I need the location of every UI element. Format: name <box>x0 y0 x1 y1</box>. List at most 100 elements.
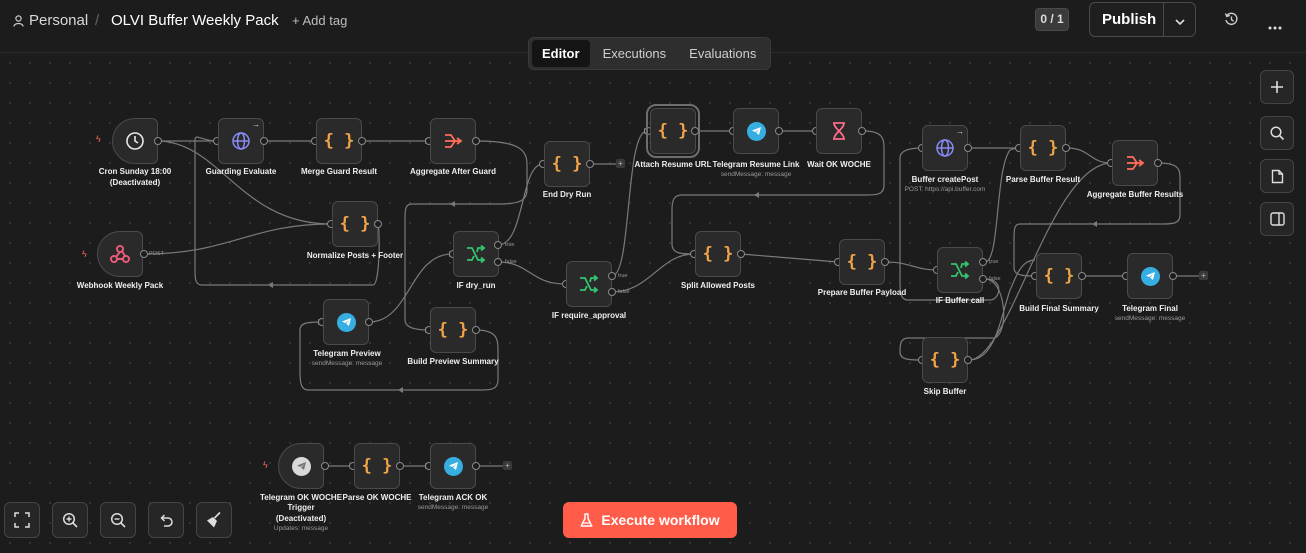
node-label: Telegram Preview <box>313 349 381 358</box>
node-subtitle: Updates: message <box>273 525 329 532</box>
output-handle[interactable] <box>775 127 783 135</box>
node-parse-buffer-result[interactable]: { } <box>1020 125 1066 171</box>
output-handle[interactable] <box>396 462 404 470</box>
node-merge-guard-result[interactable]: { } <box>316 118 362 164</box>
node-guarding-evaluate[interactable]: → <box>218 118 264 164</box>
node-if-buffer-call[interactable] <box>937 247 983 293</box>
output-handle[interactable] <box>358 137 366 145</box>
output-handle[interactable] <box>140 250 148 258</box>
node-build-preview-summary[interactable]: { } <box>430 307 476 353</box>
node-parse-ok-woche[interactable]: { } <box>354 443 400 489</box>
node-end-dry-run[interactable]: { } <box>544 141 590 187</box>
clock-icon <box>126 132 144 150</box>
node-build-final-summary[interactable]: { } <box>1036 253 1082 299</box>
flask-icon <box>580 512 593 527</box>
output-handle-true[interactable] <box>608 272 616 280</box>
add-node-button[interactable]: + <box>1199 271 1208 280</box>
node-attach-resume-url[interactable]: { } <box>646 104 700 158</box>
node-cron-sunday[interactable] <box>112 118 158 164</box>
port-label: false <box>505 259 517 265</box>
chevron-down-icon[interactable] <box>1174 14 1186 32</box>
output-handle-false[interactable] <box>979 275 987 283</box>
breadcrumb-separator: / <box>95 12 100 29</box>
output-handle[interactable] <box>472 137 480 145</box>
zoom-in-button[interactable] <box>52 502 88 538</box>
output-handle[interactable] <box>858 127 866 135</box>
node-if-dry-run[interactable] <box>453 231 499 277</box>
breadcrumb-project[interactable]: Personal <box>29 12 88 29</box>
node-aggregate-after-guard[interactable] <box>430 118 476 164</box>
output-handle-false[interactable] <box>608 288 616 296</box>
search-icon <box>1269 125 1284 140</box>
node-prepare-buffer-payload[interactable]: { } <box>839 239 885 285</box>
add-node-panel-button[interactable] <box>1260 70 1294 104</box>
node-telegram-final[interactable] <box>1127 253 1173 299</box>
node-buffer-createpost[interactable]: → <box>922 125 968 171</box>
node-label: Cron Sunday 18:00 <box>98 167 172 176</box>
publish-button[interactable]: Publish <box>1102 11 1156 28</box>
node-if-require-approval[interactable] <box>566 261 612 307</box>
output-handle[interactable] <box>365 318 373 326</box>
node-normalize-posts[interactable]: { } <box>332 201 378 247</box>
output-handle-true[interactable] <box>494 241 502 249</box>
node-subtitle: sendMessage: message <box>720 171 792 178</box>
port-label: false <box>618 289 630 295</box>
output-handle[interactable] <box>691 127 699 135</box>
history-icon[interactable] <box>1224 12 1239 32</box>
node-aggregate-buffer-results[interactable] <box>1112 140 1158 186</box>
branch-icon <box>467 245 486 263</box>
output-handle[interactable] <box>472 462 480 470</box>
add-node-button[interactable]: + <box>503 461 512 470</box>
node-split-allowed-posts[interactable]: { } <box>695 231 741 277</box>
output-handle[interactable] <box>1169 272 1177 280</box>
output-handle[interactable] <box>260 137 268 145</box>
aggregate-icon <box>445 134 463 148</box>
output-handle[interactable] <box>881 258 889 266</box>
search-nodes-button[interactable] <box>1260 116 1294 150</box>
tab-evaluations[interactable]: Evaluations <box>679 40 766 67</box>
output-handle[interactable] <box>321 462 329 470</box>
output-handle[interactable] <box>737 250 745 258</box>
node-wait-ok-woche[interactable] <box>816 108 862 154</box>
node-status: (Deactivated) <box>275 514 327 523</box>
tab-editor[interactable]: Editor <box>532 40 590 67</box>
node-telegram-ack-ok[interactable] <box>430 443 476 489</box>
more-options-icon[interactable] <box>1268 17 1282 35</box>
node-webhook[interactable] <box>97 231 143 277</box>
node-status: (Deactivated) <box>109 178 161 187</box>
sticky-note-button[interactable] <box>1260 159 1294 193</box>
tab-executions[interactable]: Executions <box>593 40 677 67</box>
zoom-out-button[interactable] <box>100 502 136 538</box>
divider <box>1163 3 1164 36</box>
output-handle[interactable] <box>1078 272 1086 280</box>
output-handle-false[interactable] <box>494 258 502 266</box>
version-counter[interactable]: 0 / 1 <box>1035 8 1069 31</box>
code-braces-icon: { } <box>702 244 734 264</box>
output-handle-true[interactable] <box>979 258 987 266</box>
output-handle[interactable] <box>1062 144 1070 152</box>
node-telegram-resume-link[interactable] <box>733 108 779 154</box>
node-telegram-preview[interactable] <box>323 299 369 345</box>
output-handle[interactable] <box>964 356 972 364</box>
tidy-up-button[interactable] <box>196 502 232 538</box>
output-handle[interactable] <box>374 220 382 228</box>
output-handle[interactable] <box>964 144 972 152</box>
add-tag-button[interactable]: + Add tag <box>292 13 347 28</box>
node-label: IF Buffer call <box>935 296 985 305</box>
output-handle[interactable] <box>154 137 162 145</box>
output-handle[interactable] <box>586 160 594 168</box>
node-telegram-ok-woche-trigger[interactable] <box>278 443 324 489</box>
output-handle[interactable] <box>1154 159 1162 167</box>
webhook-icon <box>110 245 130 263</box>
node-label: Telegram ACK OK <box>418 493 488 502</box>
node-label: End Dry Run <box>542 190 592 199</box>
fit-view-button[interactable] <box>4 502 40 538</box>
node-skip-buffer[interactable]: { } <box>922 337 968 383</box>
undo-button[interactable] <box>148 502 184 538</box>
telegram-icon <box>291 456 311 476</box>
workflow-name[interactable]: OLVI Buffer Weekly Pack <box>111 12 279 29</box>
output-handle[interactable] <box>472 326 480 334</box>
toggle-panel-button[interactable] <box>1260 202 1294 236</box>
node-label: Skip Buffer <box>923 387 967 396</box>
execute-workflow-button[interactable]: Execute workflow <box>563 502 737 538</box>
